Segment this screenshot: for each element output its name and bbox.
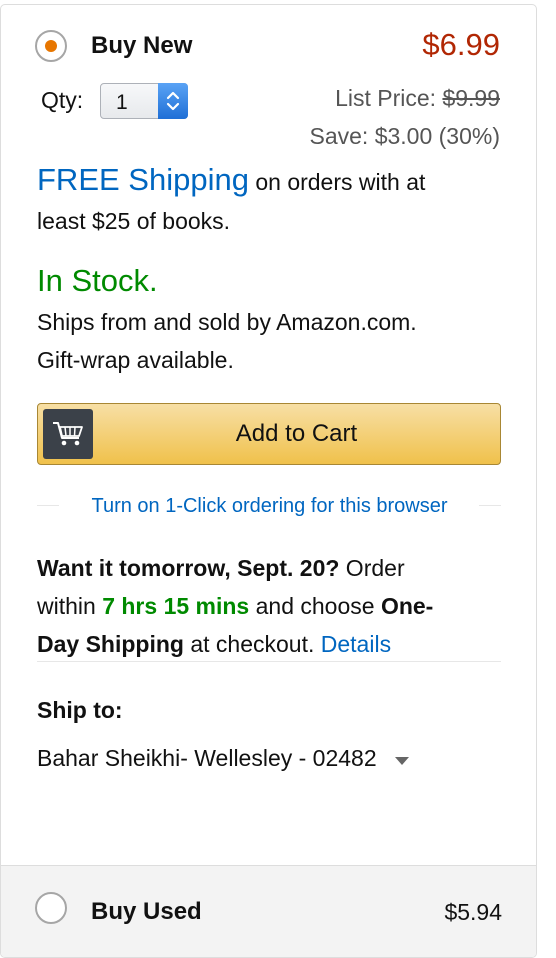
delivery-line2: within 7 hrs 15 mins and choose One- bbox=[37, 587, 433, 625]
ship-to-address-dropdown[interactable]: Bahar Sheikhi- Wellesley - 02482 bbox=[37, 745, 409, 772]
qty-select[interactable]: 1 bbox=[100, 83, 188, 119]
buy-new-label[interactable]: Buy New bbox=[91, 32, 192, 60]
updown-chevron-icon[interactable] bbox=[158, 83, 188, 119]
buy-box-panel: Buy New $6.99 Qty: 1 List Price: $9.99 S… bbox=[0, 4, 537, 958]
list-price-value: $9.99 bbox=[442, 85, 500, 111]
dropdown-triangle-icon bbox=[394, 745, 409, 772]
list-price-label: List Price: bbox=[335, 85, 437, 111]
radio-selected-dot bbox=[45, 40, 57, 52]
delivery-line3: Day Shipping at checkout. Details bbox=[37, 625, 391, 663]
add-to-cart-button[interactable]: Add to Cart bbox=[37, 403, 501, 465]
ships-from-text: Ships from and sold by Amazon.com. bbox=[37, 309, 417, 335]
one-click-link[interactable]: Turn on 1-Click ordering for this browse… bbox=[1, 495, 536, 518]
delivery-line1: Want it tomorrow, Sept. 20? Order bbox=[37, 549, 405, 587]
ship-to-label: Ship to: bbox=[37, 697, 123, 723]
delivery-order-word: Order bbox=[339, 555, 405, 581]
delivery-details-link[interactable]: Details bbox=[321, 631, 391, 657]
delivery-and-choose: and choose bbox=[249, 593, 381, 619]
buy-used-price: $5.94 bbox=[444, 899, 502, 925]
in-stock-status: In Stock. bbox=[37, 263, 158, 298]
qty-value: 1 bbox=[116, 91, 128, 114]
delivery-date-lead: Want it tomorrow, Sept. 20? bbox=[37, 555, 340, 581]
delivery-within: within bbox=[37, 593, 103, 619]
gift-wrap-text: Gift-wrap available. bbox=[37, 347, 234, 373]
buy-used-label[interactable]: Buy Used bbox=[91, 898, 202, 926]
add-to-cart-label: Add to Cart bbox=[235, 420, 358, 447]
section-divider bbox=[37, 661, 501, 662]
qty-label: Qty: bbox=[41, 87, 84, 113]
buy-used-row[interactable]: Buy Used $5.94 bbox=[1, 865, 536, 957]
delivery-at-checkout: at checkout. bbox=[183, 631, 321, 657]
free-shipping-rest: on orders with at bbox=[248, 169, 426, 195]
savings-text: Save: $3.00 (30%) bbox=[309, 123, 500, 149]
free-shipping-line: FREE Shipping on orders with at bbox=[37, 161, 425, 201]
delivery-one-part: One- bbox=[380, 593, 434, 619]
buy-new-price: $6.99 bbox=[422, 27, 500, 62]
list-price-row: List Price: $9.99 bbox=[335, 85, 500, 112]
delivery-countdown: 7 hrs 15 mins bbox=[102, 593, 250, 619]
delivery-day-shipping: Day Shipping bbox=[37, 631, 184, 657]
free-shipping-line2: least $25 of books. bbox=[37, 208, 231, 234]
cart-icon bbox=[43, 409, 93, 459]
free-shipping-link[interactable]: FREE Shipping bbox=[37, 162, 249, 197]
buy-new-radio[interactable] bbox=[35, 30, 67, 62]
one-click-divider-right bbox=[479, 505, 501, 506]
buy-used-radio[interactable] bbox=[35, 892, 67, 924]
ship-to-address: Bahar Sheikhi- Wellesley - 02482 bbox=[37, 745, 377, 771]
